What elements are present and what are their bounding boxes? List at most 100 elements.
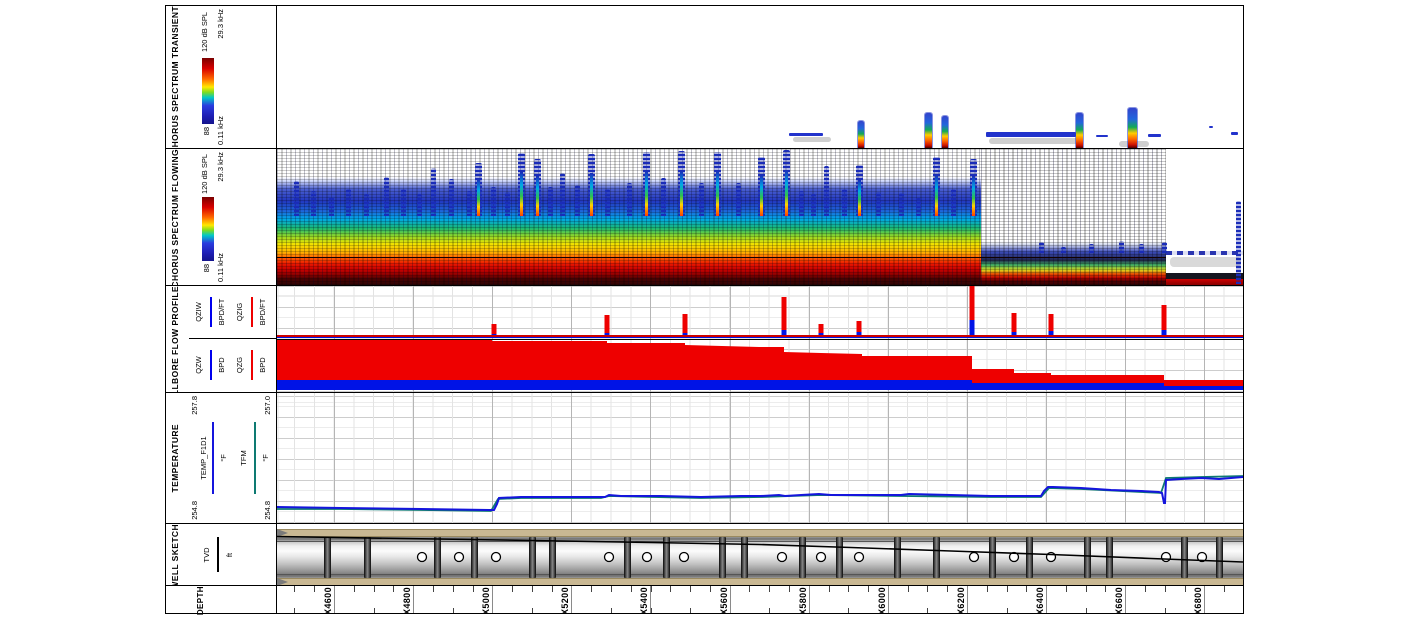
curve-line-temp-f1d1 <box>212 422 214 495</box>
spectrum-flow-spike <box>899 193 904 216</box>
spectrum-event-dash <box>1096 135 1108 137</box>
spectrum-flow-spike <box>951 189 956 216</box>
depth-minor-tick <box>1145 586 1146 592</box>
colorbar-icon <box>202 197 214 261</box>
spectrum-flow-spike <box>1162 242 1167 253</box>
depth-minor-tick <box>1026 586 1027 592</box>
depth-minor-tick <box>532 586 533 592</box>
track-title: CHORUS SPECTRUM FLOWING <box>170 149 180 288</box>
plot-well-sketch <box>277 524 1243 585</box>
curve-name-qzig: QZIG <box>235 303 244 321</box>
spectrum-flow-spike <box>916 198 921 216</box>
spectrum-event-dash <box>789 133 823 136</box>
depth-half-tick <box>927 608 928 613</box>
spectrum-flow-spike <box>876 192 881 216</box>
spectrum-flow-spike <box>588 154 595 216</box>
depth-major-tick <box>967 586 968 613</box>
depth-minor-tick <box>1007 586 1008 592</box>
depth-half-tick <box>848 608 849 613</box>
spectrum-flow-spike <box>605 189 610 216</box>
depth-minor-tick <box>552 586 553 592</box>
depth-half-tick <box>374 608 375 613</box>
depth-minor-tick <box>294 586 295 592</box>
spectrum-flow-spike <box>699 183 704 216</box>
curve-unit-tfm: °F <box>261 454 270 462</box>
spectrum-flow-spike <box>505 192 510 216</box>
depth-label: X6600 <box>1114 587 1124 613</box>
depth-major-tick <box>1046 586 1047 613</box>
spectrum-flow-spike <box>1039 242 1044 253</box>
depth-minor-tick <box>591 586 592 592</box>
header-flow-profile: WELLBORE FLOW PROFILE QZIW BPD/FT QZIG B… <box>166 286 277 392</box>
header-flowing: CHORUS SPECTRUM FLOWING 120 dB SPL 88 29… <box>166 149 277 285</box>
spectrum-smudge <box>989 138 1081 144</box>
curve-name-qzw: QZW <box>194 356 203 374</box>
depth-major-tick <box>888 586 889 613</box>
spectrum-spike-core <box>858 180 861 216</box>
track-title: WELL SKETCH <box>170 524 180 590</box>
spectrum-flow-spike <box>714 152 721 216</box>
depth-minor-tick <box>690 586 691 592</box>
spectrum-spike-core <box>536 176 539 216</box>
depth-minor-tick <box>453 586 454 592</box>
spectrogram-quiet-zone <box>1166 149 1243 285</box>
spectrum-flow-spike <box>534 159 541 216</box>
colorbar-min-label: 88 <box>202 264 211 272</box>
well-log-viewer: CHORUS SPECTRUM TRANSIENT 120 dB SPL 88 … <box>0 0 1408 620</box>
spectrum-flow-spike <box>467 191 472 216</box>
spectrum-flow-spike <box>824 166 829 216</box>
depth-label: X5000 <box>481 587 491 613</box>
depth-minor-tick <box>848 586 849 592</box>
depth-minor-tick <box>868 586 869 592</box>
depth-half-tick <box>1007 608 1008 613</box>
spectrum-event-spike <box>1128 108 1137 148</box>
depth-major-tick <box>650 586 651 613</box>
header-well-sketch: WELL SKETCH TVD ft <box>166 524 277 585</box>
spectrum-flow-spike <box>311 191 316 216</box>
spectrum-red-band <box>1166 279 1243 285</box>
depth-major-tick <box>1204 586 1205 613</box>
spectrum-event-spike <box>925 113 932 148</box>
depth-minor-tick <box>354 586 355 592</box>
depth-minor-tick <box>1165 586 1166 592</box>
spectrum-event-spike <box>858 121 864 148</box>
spectrogram-low-flow <box>981 149 1166 285</box>
temp2-max: 257.0 <box>263 396 272 415</box>
depth-minor-tick <box>829 586 830 592</box>
spectrum-flow-spike <box>346 189 351 216</box>
track-title: DEPTH <box>196 586 205 615</box>
spectrum-flow-spike <box>364 194 369 216</box>
colorbar-min-label: 88 <box>202 127 211 135</box>
depth-minor-tick <box>749 586 750 592</box>
depth-minor-tick <box>908 586 909 592</box>
curve-name-tfm: TFM <box>239 450 248 465</box>
depth-half-tick <box>769 608 770 613</box>
track-depth: DEPTH X4600X4800X5000X5200X5400X5600X580… <box>166 586 1243 613</box>
colorbar-max-label: 120 dB SPL <box>200 154 209 194</box>
depth-minor-tick <box>789 586 790 592</box>
curve-line-qzw <box>210 350 212 380</box>
curve-unit-qzw: BPD <box>217 357 226 372</box>
spectrum-event-spike <box>942 116 948 148</box>
depth-major-tick <box>492 586 493 613</box>
depth-minor-tick <box>393 586 394 592</box>
depth-minor-tick <box>631 586 632 592</box>
curve-line-qziw <box>210 297 212 326</box>
spectrum-dash-row <box>1166 251 1243 255</box>
curve-unit-qzig: BPD/FT <box>258 299 267 326</box>
depth-minor-tick <box>433 586 434 592</box>
spectrum-flow-spike <box>661 178 666 216</box>
depth-label: X6000 <box>877 587 887 613</box>
depth-half-tick <box>294 608 295 613</box>
curve-name-temp-f1d1: TEMP_F1D1 <box>199 436 208 479</box>
depth-label: X4600 <box>323 587 333 613</box>
spectrum-spike-core <box>645 171 648 216</box>
freq-min-label: 0.11 kHz <box>216 116 225 145</box>
depth-minor-tick <box>1086 586 1087 592</box>
curve-unit-qziw: BPD/FT <box>217 299 226 326</box>
spectrum-flow-spike <box>384 177 389 216</box>
freq-max-label: 29.3 kHz <box>216 9 225 39</box>
depth-minor-tick <box>473 586 474 592</box>
spectrum-flow-spike <box>736 183 741 216</box>
track-title: CHORUS SPECTRUM TRANSIENT <box>170 6 180 154</box>
